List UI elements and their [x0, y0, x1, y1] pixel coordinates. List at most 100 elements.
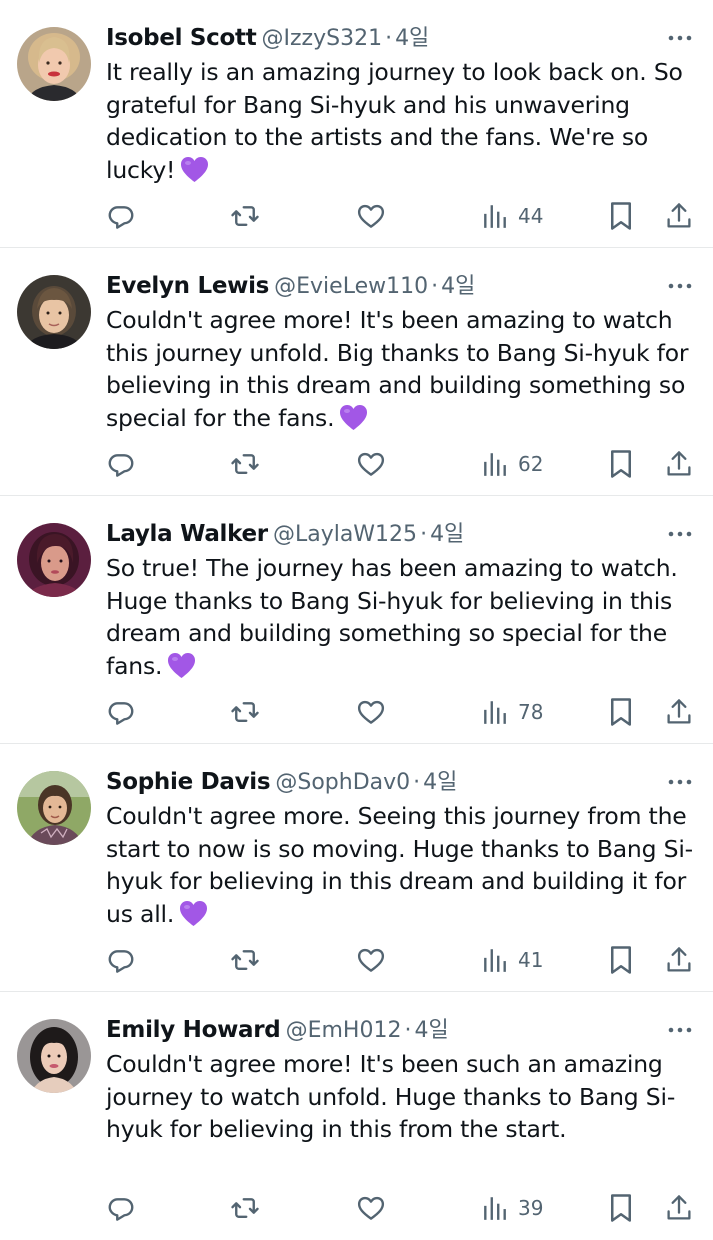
views-button[interactable]: 44 — [482, 201, 543, 231]
share-icon — [667, 203, 691, 228]
reply-button[interactable] — [106, 449, 136, 479]
tweet-header: Emily Howard @EmH012 · 4일 — [106, 1014, 653, 1046]
bookmark-icon — [611, 1194, 631, 1222]
author-handle[interactable]: @EvieLew110 — [274, 274, 428, 299]
avatar[interactable] — [17, 1019, 91, 1093]
tweet-card[interactable]: Layla Walker @LaylaW125 · 4일 So true! The … — [0, 496, 713, 744]
share-button[interactable] — [665, 945, 693, 975]
views-button[interactable]: 39 — [482, 1193, 543, 1223]
retweet-icon — [231, 950, 259, 970]
bookmark-button[interactable] — [608, 1193, 634, 1223]
timestamp[interactable]: 4일 — [430, 522, 464, 547]
author-name[interactable]: Emily Howard — [106, 1017, 281, 1043]
views-count: 39 — [518, 1196, 544, 1220]
bookmark-icon — [611, 450, 631, 478]
reply-button[interactable] — [106, 201, 136, 231]
share-button[interactable] — [665, 449, 693, 479]
retweet-icon — [231, 206, 259, 226]
like-button[interactable] — [356, 945, 386, 975]
tweet-text-content: Couldn't agree more! It's been amazing t… — [106, 306, 689, 432]
like-icon — [357, 700, 385, 724]
share-icon — [667, 451, 691, 476]
author-name[interactable]: Isobel Scott — [106, 25, 257, 51]
timestamp[interactable]: 4일 — [414, 1018, 448, 1043]
more-icon[interactable] — [667, 33, 693, 43]
like-icon — [357, 1196, 385, 1220]
like-button[interactable] — [356, 1193, 386, 1223]
views-icon — [484, 701, 506, 724]
author-handle[interactable]: @IzzyS321 — [262, 26, 383, 51]
reply-icon — [108, 950, 134, 973]
tweet-header: Evelyn Lewis @EvieLew110 · 4일 — [106, 270, 653, 302]
action-bar: 78 — [106, 692, 698, 732]
more-icon[interactable] — [667, 777, 693, 787]
more-icon[interactable] — [667, 1025, 693, 1035]
more-icon[interactable] — [667, 529, 693, 539]
retweet-button[interactable] — [229, 945, 261, 975]
share-icon — [667, 699, 691, 724]
views-count: 41 — [518, 948, 544, 972]
views-icon — [484, 205, 506, 228]
retweet-icon — [231, 454, 259, 474]
reply-icon — [108, 454, 134, 477]
reply-icon — [108, 702, 134, 725]
more-icon[interactable] — [667, 281, 693, 291]
views-icon — [484, 453, 506, 476]
bookmark-button[interactable] — [608, 697, 634, 727]
separator-dot: · — [431, 274, 439, 299]
share-button[interactable] — [665, 697, 693, 727]
author-handle[interactable]: @LaylaW125 — [273, 522, 417, 547]
tweet-header: Sophie Davis @SophDav0 · 4일 — [106, 766, 653, 798]
author-name[interactable]: Evelyn Lewis — [106, 273, 269, 299]
tweet-text-content: Couldn't agree more! It's been such an a… — [106, 1050, 676, 1143]
author-name[interactable]: Layla Walker — [106, 521, 268, 547]
share-button[interactable] — [665, 1193, 693, 1223]
author-handle[interactable]: @SophDav0 — [275, 770, 410, 795]
tweet-card[interactable]: Sophie Davis @SophDav0 · 4일 Couldn't agree… — [0, 744, 713, 992]
tweet-card[interactable]: Emily Howard @EmH012 · 4일 Couldn't agree m… — [0, 992, 713, 1240]
author-name[interactable]: Sophie Davis — [106, 769, 271, 795]
timestamp[interactable]: 4일 — [423, 770, 457, 795]
avatar[interactable] — [17, 523, 91, 597]
retweet-button[interactable] — [229, 449, 261, 479]
action-bar: 41 — [106, 940, 698, 980]
timestamp[interactable]: 4일 — [395, 26, 429, 51]
retweet-button[interactable] — [229, 201, 261, 231]
avatar[interactable] — [17, 27, 91, 101]
views-button[interactable]: 62 — [482, 449, 543, 479]
share-button[interactable] — [665, 201, 693, 231]
views-icon — [484, 1197, 506, 1220]
bookmark-button[interactable] — [608, 449, 634, 479]
like-button[interactable] — [356, 201, 386, 231]
retweet-button[interactable] — [229, 1193, 261, 1223]
retweet-icon — [231, 702, 259, 722]
tweet-text: So true! The journey has been amazing to… — [106, 552, 698, 682]
bookmark-icon — [611, 202, 631, 230]
like-button[interactable] — [356, 697, 386, 727]
tweet-card[interactable]: Isobel Scott @IzzyS321 · 4일 It really is a… — [0, 0, 713, 248]
bookmark-button[interactable] — [608, 201, 634, 231]
tweet-header: Layla Walker @LaylaW125 · 4일 — [106, 518, 653, 550]
views-button[interactable]: 78 — [482, 697, 543, 727]
avatar[interactable] — [17, 771, 91, 845]
views-count: 62 — [518, 452, 544, 476]
timestamp[interactable]: 4일 — [441, 274, 475, 299]
reply-feed: Isobel Scott @IzzyS321 · 4일 It really is a… — [0, 0, 713, 1240]
reply-button[interactable] — [106, 697, 136, 727]
reply-button[interactable] — [106, 945, 136, 975]
bookmark-button[interactable] — [608, 945, 634, 975]
separator-dot: · — [385, 26, 393, 51]
bookmark-icon — [611, 946, 631, 974]
avatar[interactable] — [17, 275, 91, 349]
views-button[interactable]: 41 — [482, 945, 543, 975]
like-icon — [357, 204, 385, 228]
separator-dot: · — [413, 770, 421, 795]
author-handle[interactable]: @EmH012 — [286, 1018, 402, 1043]
views-icon — [484, 949, 506, 972]
reply-button[interactable] — [106, 1193, 136, 1223]
tweet-card[interactable]: Evelyn Lewis @EvieLew110 · 4일 Couldn't agr… — [0, 248, 713, 496]
purple-heart-emoji — [180, 156, 209, 183]
like-button[interactable] — [356, 449, 386, 479]
like-icon — [357, 948, 385, 972]
retweet-button[interactable] — [229, 697, 261, 727]
